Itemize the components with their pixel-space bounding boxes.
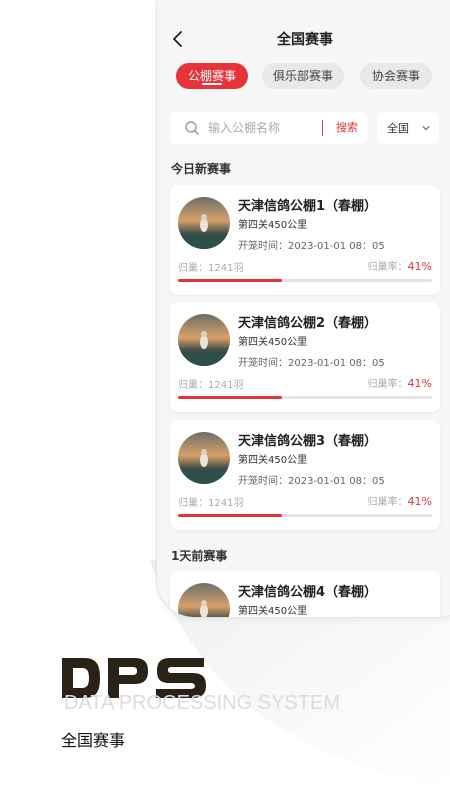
return-rate: 归巢率：41% — [368, 258, 432, 273]
progress-fill — [178, 279, 283, 282]
pigeon-avatar — [178, 583, 230, 617]
return-rate: 归巢率：41% — [368, 375, 432, 390]
brand-tagline: DATA PROCESSING SYSTEM — [64, 692, 340, 714]
search-icon — [185, 121, 199, 135]
tab-public-loft[interactable]: 公棚赛事 — [176, 63, 248, 89]
chevron-down-icon — [422, 126, 430, 131]
race-stage: 第四关450公里 — [238, 455, 308, 466]
return-progress-bar — [178, 514, 432, 517]
race-stage: 第四关450公里 — [238, 337, 308, 348]
race-card[interactable]: 天津信鸽公棚1（春棚） 第四关450公里 开笼时间：2023-01-01 08：… — [170, 185, 440, 295]
return-progress-bar — [178, 279, 432, 282]
return-rate-value: 41% — [407, 495, 432, 508]
race-card[interactable]: 天津信鸽公棚4（春棚） 第四关450公里 — [170, 571, 440, 617]
return-progress-bar — [178, 396, 432, 399]
race-stage: 第四关450公里 — [238, 220, 308, 231]
section-title-yesterday: 1天前赛事 — [171, 549, 228, 563]
search-row: 搜索 全国 — [170, 112, 450, 144]
return-count: 归巢：1241羽 — [178, 263, 244, 274]
release-time: 开笼时间：2023-01-01 08：05 — [238, 358, 385, 369]
screen: 全国赛事 公棚赛事 俱乐部赛事 协会赛事 搜索 — [0, 0, 450, 800]
tab-label: 公棚赛事 — [187, 69, 236, 83]
release-time: 开笼时间：2023-01-01 08：05 — [238, 476, 385, 487]
return-rate: 归巢率：41% — [368, 493, 432, 508]
tab-club[interactable]: 俱乐部赛事 — [262, 63, 344, 89]
race-stage: 第四关450公里 — [238, 606, 308, 617]
progress-fill — [178, 514, 283, 517]
return-count: 归巢：1241羽 — [178, 498, 244, 509]
return-rate-label: 归巢率： — [367, 497, 408, 508]
tab-label: 协会赛事 — [371, 69, 420, 83]
section-title-today: 今日新赛事 — [171, 162, 232, 176]
release-time: 开笼时间：2023-01-01 08：05 — [238, 241, 385, 252]
progress-fill — [178, 396, 283, 399]
loft-name: 天津信鸽公棚1（春棚） — [238, 199, 378, 214]
loft-name: 天津信鸽公棚2（春棚） — [238, 316, 378, 331]
region-label: 全国 — [387, 122, 409, 135]
return-rate-label: 归巢率： — [367, 379, 408, 390]
loft-name: 天津信鸽公棚3（春棚） — [238, 434, 378, 449]
tab-underline — [202, 83, 222, 85]
search-box: 搜索 — [170, 112, 368, 144]
pigeon-avatar — [178, 432, 230, 484]
search-button[interactable]: 搜索 — [336, 119, 358, 135]
tab-label: 俱乐部赛事 — [272, 69, 333, 83]
race-card[interactable]: 天津信鸽公棚2（春棚） 第四关450公里 开笼时间：2023-01-01 08：… — [170, 302, 440, 412]
return-count: 归巢：1241羽 — [178, 380, 244, 391]
race-card[interactable]: 天津信鸽公棚3（春棚） 第四关450公里 开笼时间：2023-01-01 08：… — [170, 420, 440, 530]
tab-association[interactable]: 协会赛事 — [360, 63, 432, 89]
pigeon-avatar — [178, 197, 230, 249]
region-dropdown[interactable]: 全国 — [377, 112, 439, 144]
search-input[interactable] — [208, 118, 318, 138]
search-divider — [322, 120, 323, 136]
brand-caption: 全国赛事 — [61, 731, 126, 750]
phone-mockup: 全国赛事 公棚赛事 俱乐部赛事 协会赛事 搜索 — [156, 0, 450, 618]
page-title: 全国赛事 — [277, 32, 333, 48]
return-rate-label: 归巢率： — [367, 262, 408, 273]
loft-name: 天津信鸽公棚4（春棚） — [238, 585, 378, 600]
nav-bar: 全国赛事 — [157, 19, 450, 59]
return-rate-value: 41% — [407, 377, 432, 390]
return-rate-value: 41% — [407, 260, 432, 273]
pigeon-avatar — [178, 314, 230, 366]
